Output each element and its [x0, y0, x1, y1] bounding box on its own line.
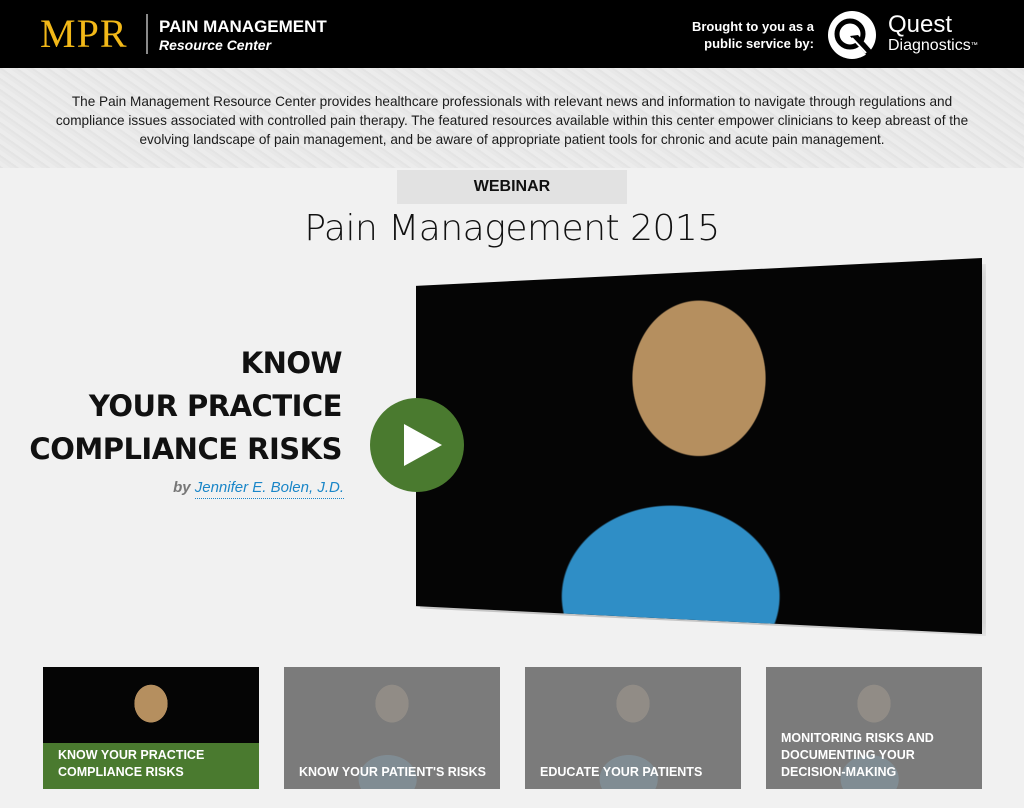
- resource-center-subtitle: Resource Center: [159, 37, 272, 53]
- intro-text: The Pain Management Resource Center prov…: [55, 94, 969, 147]
- byline: by Jennifer E. Bolen, J.D.: [0, 478, 344, 499]
- webinar-title: Pain Management 2015: [304, 208, 720, 249]
- thumbnail-label: EDUCATE YOUR PATIENTS: [540, 765, 703, 779]
- sponsor-line-2: public service by:: [704, 36, 814, 51]
- mpr-logo[interactable]: MPR: [40, 12, 128, 56]
- header-divider: [146, 14, 148, 54]
- headline-line-2: YOUR PRACTICE: [88, 389, 343, 423]
- video-thumbnail-4[interactable]: MONITORING RISKS AND DOCUMENTING YOUR DE…: [766, 667, 982, 789]
- sponsor-name: Quest: [888, 11, 953, 38]
- play-icon: [404, 424, 442, 466]
- sponsor-name-line-2: Diagnostics™: [888, 37, 978, 55]
- sponsor-line-1: Brought to you as a: [691, 19, 814, 34]
- video-thumbnail-3[interactable]: EDUCATE YOUR PATIENTS: [525, 667, 741, 789]
- video-thumbnail-1[interactable]: KNOW YOUR PRACTICE COMPLIANCE RISKS: [43, 667, 259, 789]
- webinar-tag: WEBINAR: [397, 170, 627, 204]
- video-player[interactable]: [416, 258, 982, 634]
- trademark-symbol: ™: [970, 42, 978, 49]
- sponsor-name-2: Diagnostics: [888, 37, 971, 54]
- site-header: MPR PAIN MANAGEMENT Resource Center Brou…: [0, 0, 1024, 68]
- headline-line-3: COMPLIANCE RISKS: [29, 432, 342, 466]
- sponsor-text: Brought to you as a public service by:: [640, 18, 814, 52]
- quest-diagnostics-logo-icon[interactable]: [826, 9, 878, 61]
- intro-band: The Pain Management Resource Center prov…: [0, 68, 1024, 168]
- byline-prefix: by: [173, 479, 191, 496]
- thumbnail-label: MONITORING RISKS AND DOCUMENTING YOUR DE…: [781, 731, 934, 779]
- play-button[interactable]: [370, 398, 464, 492]
- feature-headline: KNOW YOUR PRACTICE COMPLIANCE RISKS: [0, 342, 342, 471]
- resource-center-title[interactable]: PAIN MANAGEMENT: [159, 17, 327, 36]
- headline-line-1: KNOW: [240, 346, 343, 380]
- video-thumbnail-2[interactable]: KNOW YOUR PATIENT'S RISKS: [284, 667, 500, 789]
- thumbnail-label: KNOW YOUR PATIENT'S RISKS: [299, 765, 487, 779]
- thumbnail-label: KNOW YOUR PRACTICE COMPLIANCE RISKS: [58, 748, 205, 779]
- author-link[interactable]: Jennifer E. Bolen, J.D.: [194, 479, 344, 499]
